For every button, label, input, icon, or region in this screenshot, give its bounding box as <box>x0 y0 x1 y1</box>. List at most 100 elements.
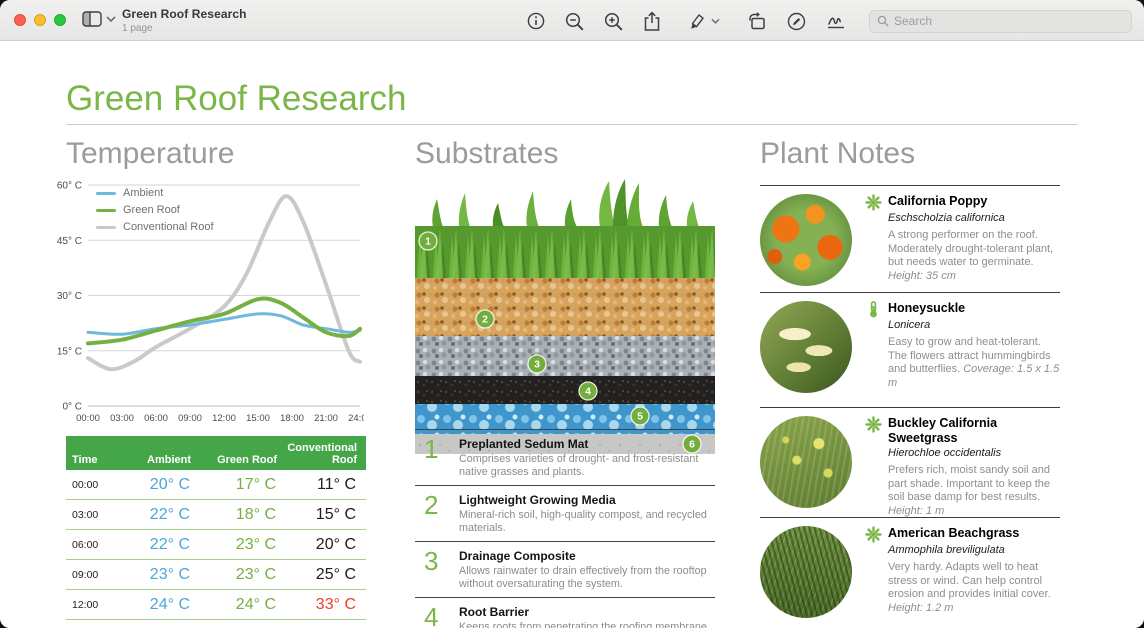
badge-5-number: 5 <box>637 411 643 423</box>
plant-name: Honeysuckle <box>888 301 965 316</box>
sidebar-toggle-button[interactable] <box>82 11 116 27</box>
info-icon <box>526 11 546 31</box>
legend-item: Conventional Roof <box>96 221 214 233</box>
zoom-in-button[interactable] <box>597 9 630 33</box>
zoom-out-button[interactable] <box>558 9 591 33</box>
cell-conventional-hot: 33° C <box>286 590 366 619</box>
item-description: Comprises varieties of drought- and fros… <box>459 453 715 479</box>
chevron-down-icon <box>106 16 116 22</box>
plant-description: A strong performer on the roof. Moderate… <box>888 229 1060 283</box>
plant-name: California Poppy <box>888 194 987 209</box>
column-header-time: Time <box>66 436 110 470</box>
plant-entry: American Beachgrass Ammophila breviligul… <box>760 517 1060 628</box>
plant-photo-honeysuckle <box>760 301 852 393</box>
table-row: 06:00 22° C 23° C 20° C <box>66 530 366 560</box>
cell-ambient: 24° C <box>110 590 200 619</box>
layer-sedum-mat <box>415 226 715 278</box>
sun-burst-icon <box>865 194 882 211</box>
badge-1-number: 1 <box>425 236 431 248</box>
plant-metric: Height: 35 cm <box>888 270 956 282</box>
layer-drainage <box>415 336 715 376</box>
window-title-block: Green Roof Research 1 page <box>122 7 247 34</box>
legend-swatch-conventional <box>96 226 116 229</box>
list-item: 4 Root Barrier Keeps roots from penetrat… <box>415 597 715 628</box>
svg-text:18:00: 18:00 <box>280 413 304 424</box>
table-row: 09:00 23° C 23° C 25° C <box>66 560 366 590</box>
grass-blades <box>432 179 699 227</box>
column-header-ambient: Ambient <box>110 436 200 470</box>
cell-conventional: 11° C <box>286 470 366 499</box>
zoom-button[interactable] <box>54 14 66 26</box>
svg-text:03:00: 03:00 <box>110 413 134 424</box>
cell-ambient: 22° C <box>110 530 200 559</box>
item-description: Mineral-rich soil, high-quality compost,… <box>459 509 715 535</box>
plant-photo-sweetgrass <box>760 416 852 508</box>
cell-time: 12:00 <box>66 590 110 619</box>
search-icon <box>877 15 889 27</box>
item-description: Allows rainwater to drain effectively fr… <box>459 565 715 591</box>
share-button[interactable] <box>636 9 668 33</box>
plant-latin-name: Lonicera <box>888 319 1060 331</box>
cell-green-roof: 23° C <box>200 530 286 559</box>
plant-latin-name: Hierochloe occidentalis <box>888 447 1060 459</box>
signature-button[interactable] <box>819 9 853 33</box>
item-number: 4 <box>415 603 459 628</box>
column-header-conventional-roof: Conventional Roof <box>286 436 366 470</box>
temperature-heading: Temperature <box>66 137 234 171</box>
table-row: 03:00 22° C 18° C 15° C <box>66 500 366 530</box>
svg-text:24:00: 24:00 <box>348 413 364 424</box>
zoom-in-icon <box>603 11 624 32</box>
svg-text:15° C: 15° C <box>57 346 82 357</box>
plant-latin-name: Ammophila breviligulata <box>888 544 1060 556</box>
info-button[interactable] <box>520 9 552 33</box>
chart-legend: Ambient Green Roof Conventional Roof <box>96 187 214 233</box>
plant-description: Easy to grow and heat-tolerant. The flow… <box>888 336 1060 390</box>
cell-ambient: 20° C <box>110 470 200 499</box>
page-title: Green Roof Research <box>66 79 406 119</box>
search-input[interactable] <box>894 14 1124 28</box>
cell-conventional: 20° C <box>286 530 366 559</box>
window-subtitle: 1 page <box>122 23 247 34</box>
svg-text:60° C: 60° C <box>57 181 82 192</box>
item-title: Preplanted Sedum Mat <box>459 437 715 451</box>
minimize-button[interactable] <box>34 14 46 26</box>
sun-burst-icon <box>865 526 882 543</box>
list-item: 1 Preplanted Sedum Mat Comprises varieti… <box>415 429 715 485</box>
svg-text:30° C: 30° C <box>57 291 82 302</box>
plant-entry: Buckley California Sweetgrass Hierochloe… <box>760 407 1060 517</box>
plant-latin-name: Eschscholzia californica <box>888 212 1060 224</box>
list-item: 2 Lightweight Growing Media Mineral-rich… <box>415 485 715 541</box>
chevron-down-icon <box>711 18 720 24</box>
cell-time: 06:00 <box>66 530 110 559</box>
markup-button[interactable] <box>780 9 813 33</box>
cell-green-roof: 24° C <box>200 590 286 619</box>
traffic-lights <box>14 14 66 26</box>
legend-item: Ambient <box>96 187 214 199</box>
close-button[interactable] <box>14 14 26 26</box>
document-page: Green Roof Research Temperature 0° C15° … <box>0 41 1144 628</box>
svg-text:12:00: 12:00 <box>212 413 236 424</box>
svg-text:06:00: 06:00 <box>144 413 168 424</box>
badge-3-number: 3 <box>534 359 540 371</box>
preview-window: Green Roof Research 1 page <box>0 0 1144 628</box>
plant-entry: Honeysuckle Lonicera Easy to grow and he… <box>760 292 1060 407</box>
plant-name: American Beachgrass <box>888 526 1019 541</box>
svg-text:15:00: 15:00 <box>246 413 270 424</box>
cell-green-roof: 17° C <box>200 470 286 499</box>
highlight-button[interactable] <box>682 9 726 33</box>
title-divider <box>66 124 1078 125</box>
zoom-out-icon <box>564 11 585 32</box>
svg-text:00:00: 00:00 <box>76 413 100 424</box>
substrate-diagram: 1 2 3 4 5 6 <box>415 179 715 454</box>
legend-label: Conventional Roof <box>123 221 214 233</box>
cell-ambient: 22° C <box>110 500 200 529</box>
plant-description: Very hardy. Adapts well to heat stress o… <box>888 561 1060 615</box>
badge-4-number: 4 <box>585 386 591 398</box>
item-title: Root Barrier <box>459 605 715 619</box>
plant-notes-list: California Poppy Eschscholzia californic… <box>760 185 1060 628</box>
substrate-list: 1 Preplanted Sedum Mat Comprises varieti… <box>415 429 715 628</box>
search-field[interactable] <box>869 10 1132 33</box>
layer-root-barrier <box>415 376 715 404</box>
cell-conventional: 25° C <box>286 560 366 589</box>
rotate-button[interactable] <box>740 9 774 33</box>
